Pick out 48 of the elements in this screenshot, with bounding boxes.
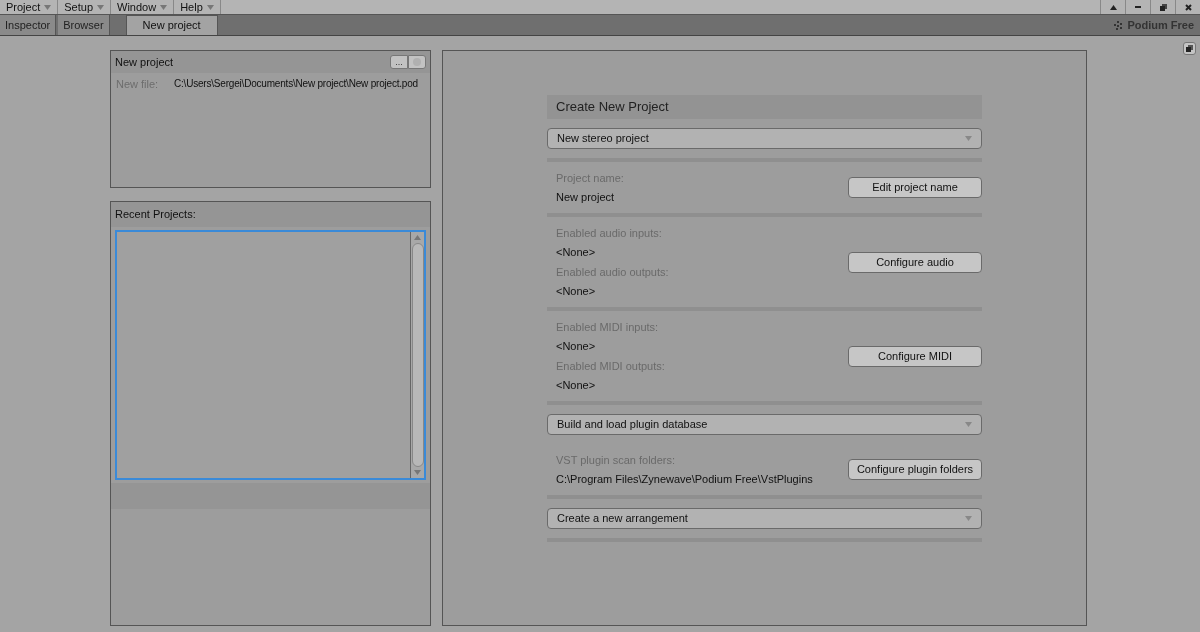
tab[interactable]: Inspector [0, 15, 57, 35]
action-button[interactable]: Configure plugin folders [848, 459, 982, 480]
field-value: <None> [556, 244, 597, 260]
app-brand: Podium Free [1127, 17, 1194, 33]
triangle-up-icon [414, 235, 421, 240]
action-button[interactable]: Configure audio [848, 251, 982, 273]
field-value: New project [556, 189, 616, 205]
field-value: <None> [556, 283, 597, 299]
menu-item[interactable]: Help [174, 0, 221, 14]
panel-heading: Create New Project [556, 98, 669, 117]
round-button[interactable] [408, 55, 426, 69]
caret-icon [965, 422, 972, 427]
caret-icon [965, 516, 972, 521]
caret-icon [160, 4, 168, 10]
field-value: <None> [556, 377, 597, 393]
triangle-up-icon [1109, 4, 1117, 10]
browse-button[interactable]: ... [390, 55, 408, 69]
caret-icon [97, 4, 104, 10]
menu-item[interactable]: Setup [58, 0, 111, 14]
action-button[interactable]: Configure MIDI [848, 345, 982, 367]
field-value: C:\Program Files\Zynewave\Podium Free\VstPlugins [556, 471, 814, 487]
caret-icon [44, 4, 52, 10]
caret-icon [206, 4, 214, 10]
dropdown[interactable]: Build and load plugin database [547, 414, 982, 435]
dots-logo-icon [1114, 20, 1124, 30]
panel-title: New project [115, 54, 175, 70]
triangle-down-icon [414, 470, 421, 475]
dropdown-value: New stereo project [557, 131, 649, 147]
dropdown[interactable]: Create a new arrangement [547, 508, 982, 529]
dropdown[interactable]: New stereo project [547, 128, 982, 149]
panel-title: Recent Projects: [115, 207, 196, 223]
menu-item[interactable]: Project [0, 0, 59, 14]
close-icon [1184, 3, 1192, 11]
restore-icon [1159, 3, 1167, 11]
tab[interactable]: New project [125, 15, 218, 35]
tab[interactable]: Browser [58, 15, 110, 35]
caret-icon [965, 136, 972, 141]
scroll-thumb[interactable] [411, 243, 424, 467]
dropdown-value: Build and load plugin database [557, 417, 708, 433]
field-value: <None> [556, 338, 597, 354]
dropdown-value: Create a new arrangement [557, 511, 688, 527]
menu-item[interactable]: Window [111, 0, 175, 14]
minimize-icon [1135, 5, 1141, 9]
action-button[interactable]: Edit project name [848, 177, 982, 198]
scrollbar[interactable] [410, 232, 424, 478]
file-path: C:\Users\Sergei\Documents\New project\New project.pod [174, 77, 418, 91]
restore-icon [1186, 45, 1193, 52]
restore-panel-button[interactable] [1183, 42, 1196, 55]
